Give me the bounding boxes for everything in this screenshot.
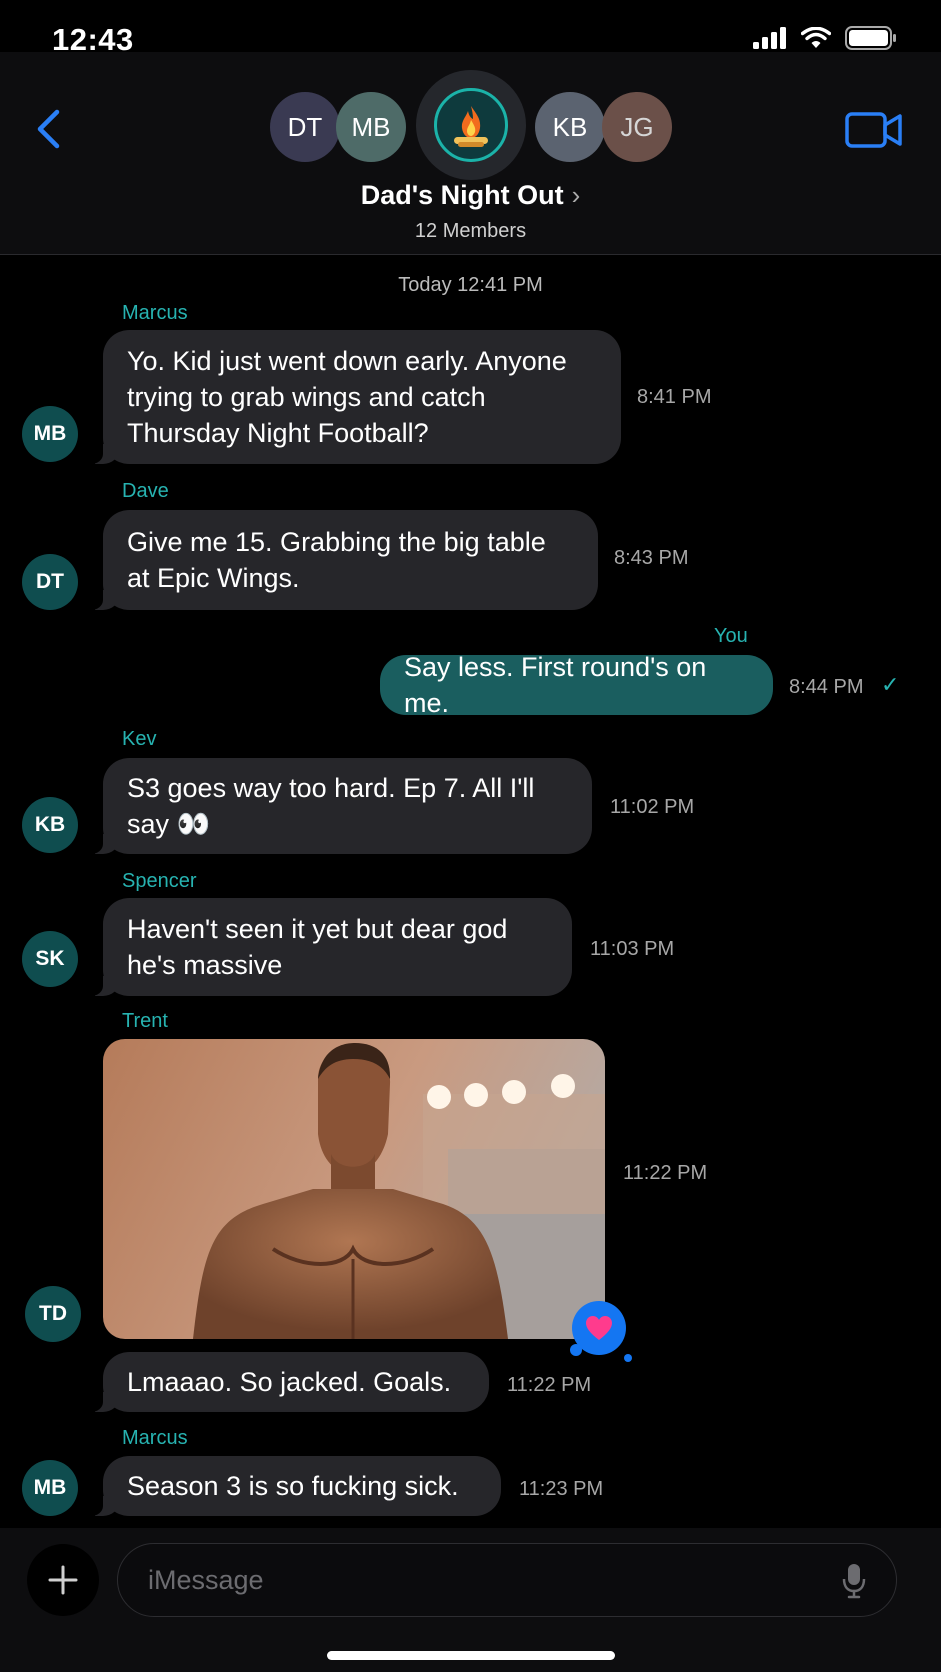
message-time: 8:43 PM xyxy=(614,547,689,569)
conversation-header: DT MB KB JG Dad's Night Out › 12 Members xyxy=(0,52,941,255)
avatar: JG xyxy=(602,92,672,162)
compose-bar xyxy=(0,1528,941,1672)
message-time: 11:23 PM xyxy=(519,1478,604,1500)
status-icons xyxy=(753,26,897,50)
reaction-tail xyxy=(624,1354,632,1362)
campfire-icon xyxy=(434,88,508,162)
eyes-emoji: 👀 xyxy=(176,809,211,839)
message-bubble[interactable]: Lmaaao. So jacked. Goals. xyxy=(85,1352,489,1412)
message-bubble[interactable]: Yo. Kid just went down early. Anyone try… xyxy=(85,330,621,464)
message-bubble[interactable]: Haven't seen it yet but dear god he's ma… xyxy=(85,898,572,996)
message-time: 11:03 PM xyxy=(590,938,675,960)
message-bubble-outgoing[interactable]: Say less. First round's on me. xyxy=(380,652,773,718)
message-time: 8:41 PM xyxy=(637,386,712,408)
message-bubble[interactable]: S3 goes way too hard. Ep 7. All I'll say… xyxy=(85,758,592,854)
avatar: KB xyxy=(22,797,78,853)
avatar: DT xyxy=(22,554,78,610)
reaction-tail xyxy=(570,1344,582,1356)
avatar: DT xyxy=(270,92,340,162)
avatar: KB xyxy=(535,92,605,162)
photo-time: 11:22 PM xyxy=(623,1162,708,1184)
message-bubble[interactable]: Give me 15. Grabbing the big table at Ep… xyxy=(85,510,598,610)
photo-attachment[interactable] xyxy=(103,1039,605,1339)
message-text: Give me 15. Grabbing the big table at Ep… xyxy=(127,527,546,593)
sender-name: Trent xyxy=(122,1010,168,1032)
message-input-container[interactable] xyxy=(117,1543,897,1617)
chevron-right-icon: › xyxy=(571,180,581,210)
member-count: 12 Members xyxy=(414,220,527,242)
plus-icon xyxy=(48,1565,78,1595)
conversation-timestamp: Today 12:41 PM xyxy=(398,274,543,296)
delivered-check-icon: ✓ xyxy=(881,672,900,697)
avatar: MB xyxy=(336,92,406,162)
message-time: 11:02 PM xyxy=(610,796,695,818)
message-text: Haven't seen it yet but dear god he's ma… xyxy=(127,914,508,980)
message-text: Lmaaao. So jacked. Goals. xyxy=(127,1367,452,1397)
sender-name: Dave xyxy=(122,480,169,502)
microphone-icon[interactable] xyxy=(842,1563,866,1599)
avatar: MB xyxy=(22,406,78,462)
message-time: 8:44 PM xyxy=(789,676,864,698)
add-attachment-button[interactable] xyxy=(27,1544,99,1616)
group-title[interactable]: Dad's Night Out › xyxy=(0,180,941,211)
avatar: SK xyxy=(22,931,78,987)
avatar: TD xyxy=(25,1286,81,1342)
group-avatar xyxy=(416,70,526,180)
message-time: 11:22 PM xyxy=(507,1374,592,1396)
sender-name: Marcus xyxy=(122,302,188,324)
heart-icon xyxy=(586,1316,612,1340)
home-indicator xyxy=(327,1651,615,1660)
photo-image xyxy=(103,1039,605,1339)
message-input[interactable] xyxy=(148,1544,788,1616)
sender-name: You xyxy=(714,625,748,647)
video-call-button[interactable] xyxy=(845,110,903,150)
sender-name: Marcus xyxy=(122,1427,188,1449)
video-camera-icon xyxy=(845,112,902,148)
group-name: Dad's Night Out xyxy=(360,180,564,210)
group-avatars[interactable]: DT MB KB JG xyxy=(0,62,941,180)
avatar: MB xyxy=(22,1460,78,1516)
sender-name: Spencer xyxy=(122,870,197,892)
message-text: Yo. Kid just went down early. Anyone try… xyxy=(127,346,567,448)
wifi-icon xyxy=(801,27,831,48)
signal-icon xyxy=(753,27,786,49)
battery-icon xyxy=(845,26,896,50)
message-text: S3 goes way too hard. Ep 7. All I'll say… xyxy=(127,773,535,839)
message-text: Say less. First round's on me. xyxy=(404,652,707,718)
message-text: Season 3 is so fucking sick. xyxy=(127,1471,459,1501)
sender-name: Kev xyxy=(122,728,157,750)
message-bubble[interactable]: Season 3 is so fucking sick. xyxy=(85,1456,501,1516)
